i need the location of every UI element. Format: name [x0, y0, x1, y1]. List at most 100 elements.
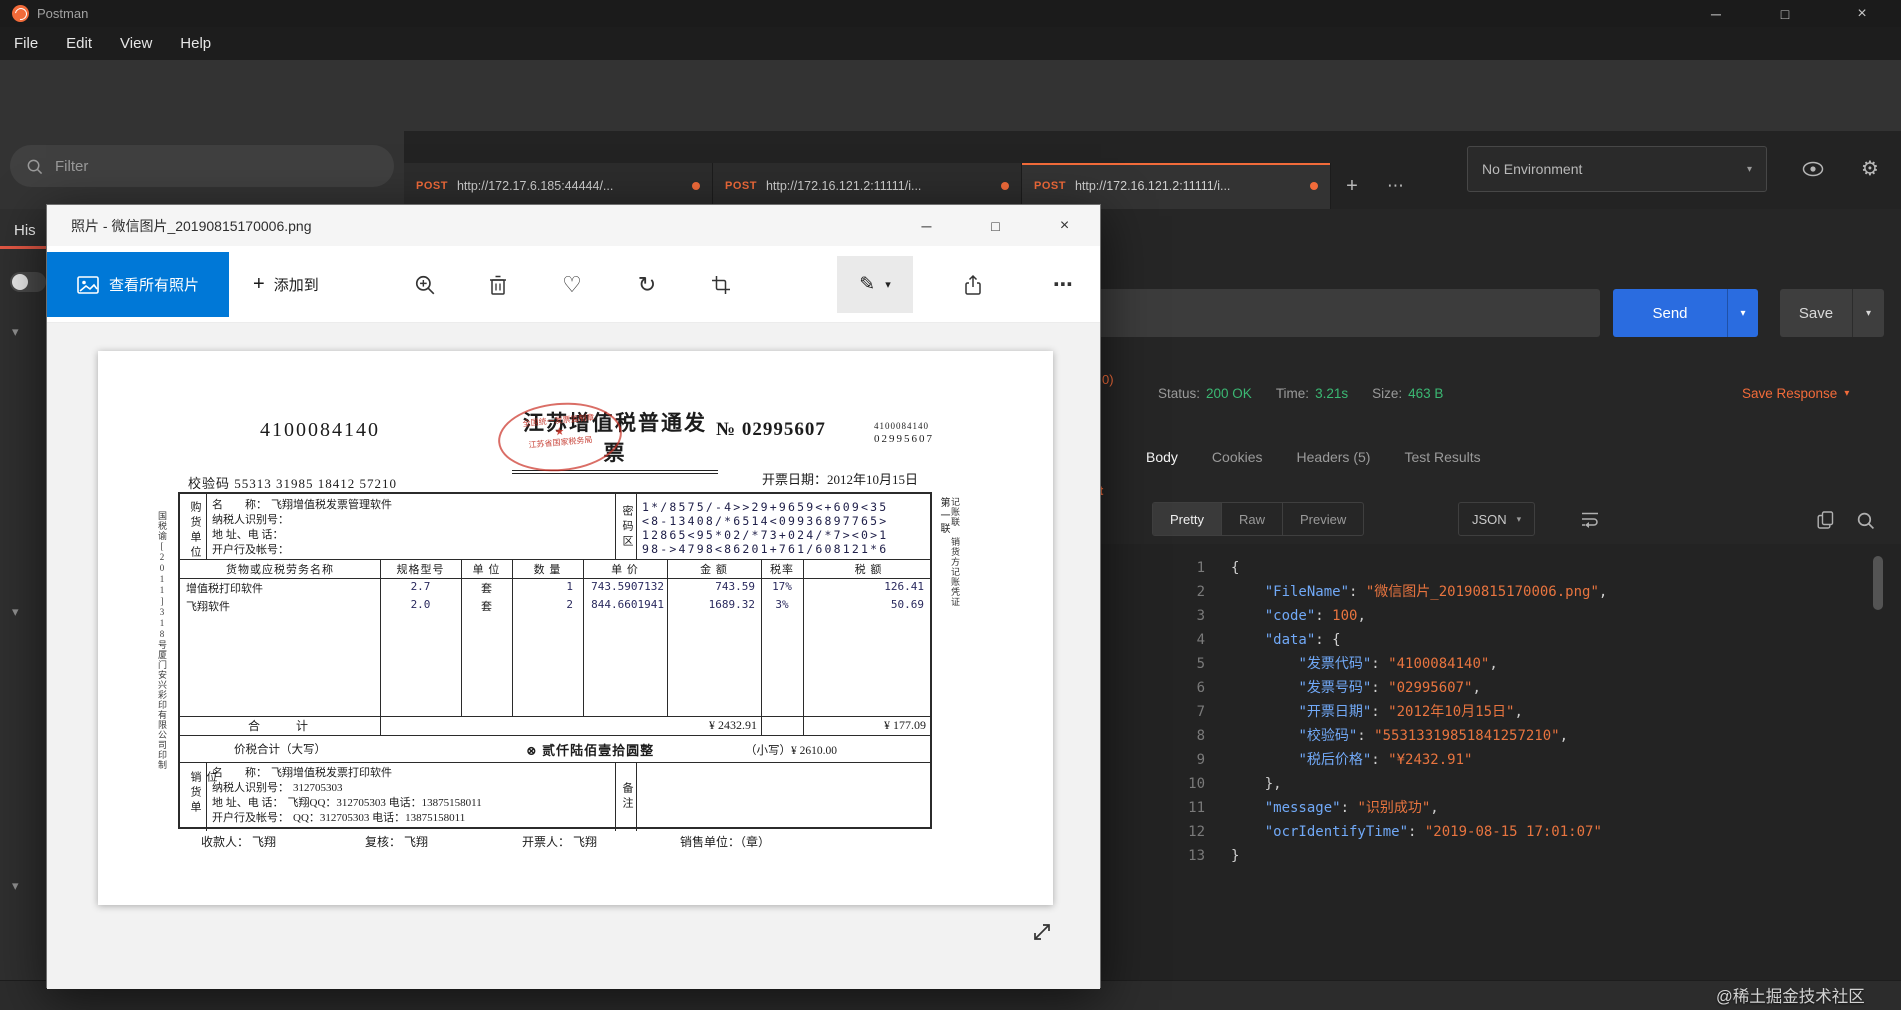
- password-area: 1*/8575/-4>>29+9659<+609<35 <8-13408/*651…: [642, 500, 888, 556]
- tab-options-button[interactable]: ⋯: [1373, 163, 1419, 209]
- view-tab-pretty[interactable]: Pretty: [1153, 503, 1221, 535]
- invoice-print-serial: 国税谕[2011]318号厦门安兴彩印有限公司印制: [157, 511, 167, 770]
- total-row: 合 计 ¥ 2432.91 ¥ 177.09: [180, 716, 934, 735]
- response-format-dropdown[interactable]: JSON ▾: [1458, 502, 1536, 536]
- search-icon: [27, 159, 43, 174]
- photos-titlebar[interactable]: 照片 - 微信图片_20190815170006.png ─ □ ×: [47, 205, 1100, 246]
- seller-info: 名 称： 飞翔增值税发票打印软件 纳税人识别号： 312705303 地 址、电 话：飞…: [212, 766, 612, 826]
- more-button[interactable]: ⋯: [1040, 252, 1086, 317]
- invoice-photo[interactable]: 4100084140 江苏增值税普通发票 全国统一发票监制章 ★ 江苏省国家税务…: [98, 351, 1053, 905]
- screen: Postman ─ □ × FileEditViewHelp +New ▾ Im…: [0, 0, 1901, 1010]
- line-number: 6: [1196, 680, 1205, 696]
- maximize-window-icon[interactable]: □: [1763, 0, 1807, 27]
- copy-response-button[interactable]: [1812, 508, 1838, 532]
- menu-item-file[interactable]: File: [0, 27, 52, 60]
- buyer-header: 购货单位: [189, 501, 201, 561]
- response-body-code[interactable]: 1{2 "FileName": "微信图片_20190815170006.png…: [1130, 556, 1895, 868]
- response-tab-testresults[interactable]: Test Results: [1404, 449, 1480, 465]
- send-button[interactable]: Send: [1613, 289, 1727, 337]
- line-number: 3: [1196, 608, 1205, 624]
- share-button[interactable]: [950, 252, 996, 317]
- request-url-label: http://172.16.121.2:11111/i...: [1074, 179, 1231, 193]
- unsaved-dot-icon: [692, 182, 700, 190]
- search-response-button[interactable]: [1852, 508, 1878, 532]
- environment-selector[interactable]: No Environment ▾: [1467, 146, 1767, 192]
- time-value: 3.21s: [1315, 386, 1349, 401]
- ellipsis-icon: ⋯: [1053, 274, 1073, 296]
- add-to-button[interactable]: + 添加到: [243, 252, 329, 317]
- view-tab-raw[interactable]: Raw: [1220, 503, 1282, 535]
- save-responses-toggle[interactable]: [10, 272, 46, 292]
- save-dropdown-caret[interactable]: ▾: [1852, 289, 1884, 337]
- menu-item-view[interactable]: View: [106, 27, 166, 60]
- copy-icon: [1817, 511, 1833, 529]
- maximize-window-icon[interactable]: □: [961, 205, 1030, 246]
- menu-item-help[interactable]: Help: [166, 27, 225, 60]
- expand-button[interactable]: [1027, 917, 1057, 947]
- crop-button[interactable]: [698, 252, 744, 317]
- response-tab-headers[interactable]: Headers (5): [1297, 449, 1371, 465]
- item-qty: 1: [566, 580, 573, 593]
- field-value: QQ：312705303 电话：13875158011: [293, 812, 466, 824]
- pen-icon: ✎: [859, 274, 876, 295]
- item-name: 飞翔软件: [186, 601, 230, 613]
- view-tab-preview[interactable]: Preview: [1281, 503, 1363, 535]
- save-button[interactable]: Save: [1780, 289, 1852, 337]
- item-name: 增值税打印软件: [186, 583, 263, 595]
- line-number: 13: [1188, 848, 1205, 864]
- item-amount: 743.59: [715, 580, 755, 593]
- settings-gear-button[interactable]: ⚙: [1852, 150, 1888, 186]
- footer-field: 复核： 飞翔: [365, 835, 429, 849]
- buyer-info: 名 称： 飞翔增值税发票管理软件 纳税人识别号： 地 址、电 话： 开户行及帐号：: [212, 498, 612, 558]
- history-group-collapse-icon[interactable]: ▾: [12, 878, 19, 894]
- postman-app-title: Postman: [37, 6, 89, 21]
- response-tab-body[interactable]: Body: [1146, 449, 1178, 465]
- photos-content: 4100084140 江苏增值税普通发票 全国统一发票监制章 ★ 江苏省国家税务…: [47, 323, 1100, 989]
- line-number: 2: [1196, 584, 1205, 600]
- minimize-window-icon[interactable]: ─: [892, 205, 961, 246]
- favorite-button[interactable]: ♡: [549, 252, 595, 317]
- wrap-text-button[interactable]: [1576, 506, 1604, 532]
- footer-field: 销售单位：（章）: [680, 835, 771, 849]
- invoice-copy-desc: 记账联 销货方记账凭证: [950, 497, 960, 607]
- code-line: 11 "message": "识别成功",: [1130, 796, 1895, 820]
- sidebar-tab-history[interactable]: His: [14, 222, 36, 239]
- history-group-collapse-icon[interactable]: ▾: [12, 604, 19, 620]
- menu-item-edit[interactable]: Edit: [52, 27, 106, 60]
- request-method-label: POST: [416, 180, 448, 192]
- invoice-field-row: 名 称： 飞翔增值税发票打印软件: [212, 766, 612, 781]
- field-label: 开户行及帐号：: [212, 812, 289, 824]
- field-label: 名 称：: [212, 767, 267, 779]
- line-number: 7: [1196, 704, 1205, 720]
- sidebar-filter[interactable]: Filter: [10, 145, 394, 187]
- zoom-button[interactable]: [402, 252, 448, 317]
- password-line: 98->4798<86201+761/608121*6: [642, 542, 889, 556]
- delete-button[interactable]: [475, 252, 521, 317]
- new-tab-button[interactable]: +: [1331, 163, 1373, 209]
- environment-preview-button[interactable]: [1796, 153, 1830, 185]
- total-label: 合 计: [247, 719, 312, 733]
- send-dropdown-caret[interactable]: ▾: [1727, 289, 1758, 337]
- code-line: 1{: [1130, 556, 1895, 580]
- items-header-cell: 规格型号: [396, 563, 445, 576]
- remark-header: 备注: [621, 782, 633, 812]
- request-tab[interactable]: POST http://172.17.6.185:44444/...: [404, 163, 713, 209]
- view-all-photos-button[interactable]: 查看所有照片: [47, 252, 229, 317]
- code-line: 8 "校验码": "55313319851841257210",: [1130, 724, 1895, 748]
- invoice-field-row: 开户行及帐号：: [212, 543, 612, 558]
- close-window-icon[interactable]: ×: [1840, 0, 1884, 27]
- response-tab-cookies[interactable]: Cookies: [1212, 449, 1263, 465]
- response-scrollbar[interactable]: [1873, 556, 1883, 610]
- minimize-window-icon[interactable]: ─: [1694, 0, 1738, 27]
- save-response-button[interactable]: Save Response ▾: [1742, 386, 1849, 401]
- password-line: <8-13408/*6514<09936897765>: [642, 514, 889, 528]
- edit-draw-button[interactable]: ✎ ▾: [837, 256, 913, 313]
- history-group-collapse-icon[interactable]: ▾: [12, 324, 19, 340]
- time-label: Time:: [1275, 386, 1310, 401]
- rotate-button[interactable]: ↻: [624, 252, 670, 317]
- request-tab[interactable]: POST http://172.16.121.2:11111/i...: [1022, 163, 1331, 209]
- invoice-field-row: 纳税人识别号： 312705303: [212, 781, 612, 796]
- close-window-icon[interactable]: ×: [1030, 205, 1099, 246]
- photos-window: 照片 - 微信图片_20190815170006.png ─ □ × 查看所有照…: [46, 204, 1101, 989]
- request-tab[interactable]: POST http://172.16.121.2:11111/i...: [713, 163, 1022, 209]
